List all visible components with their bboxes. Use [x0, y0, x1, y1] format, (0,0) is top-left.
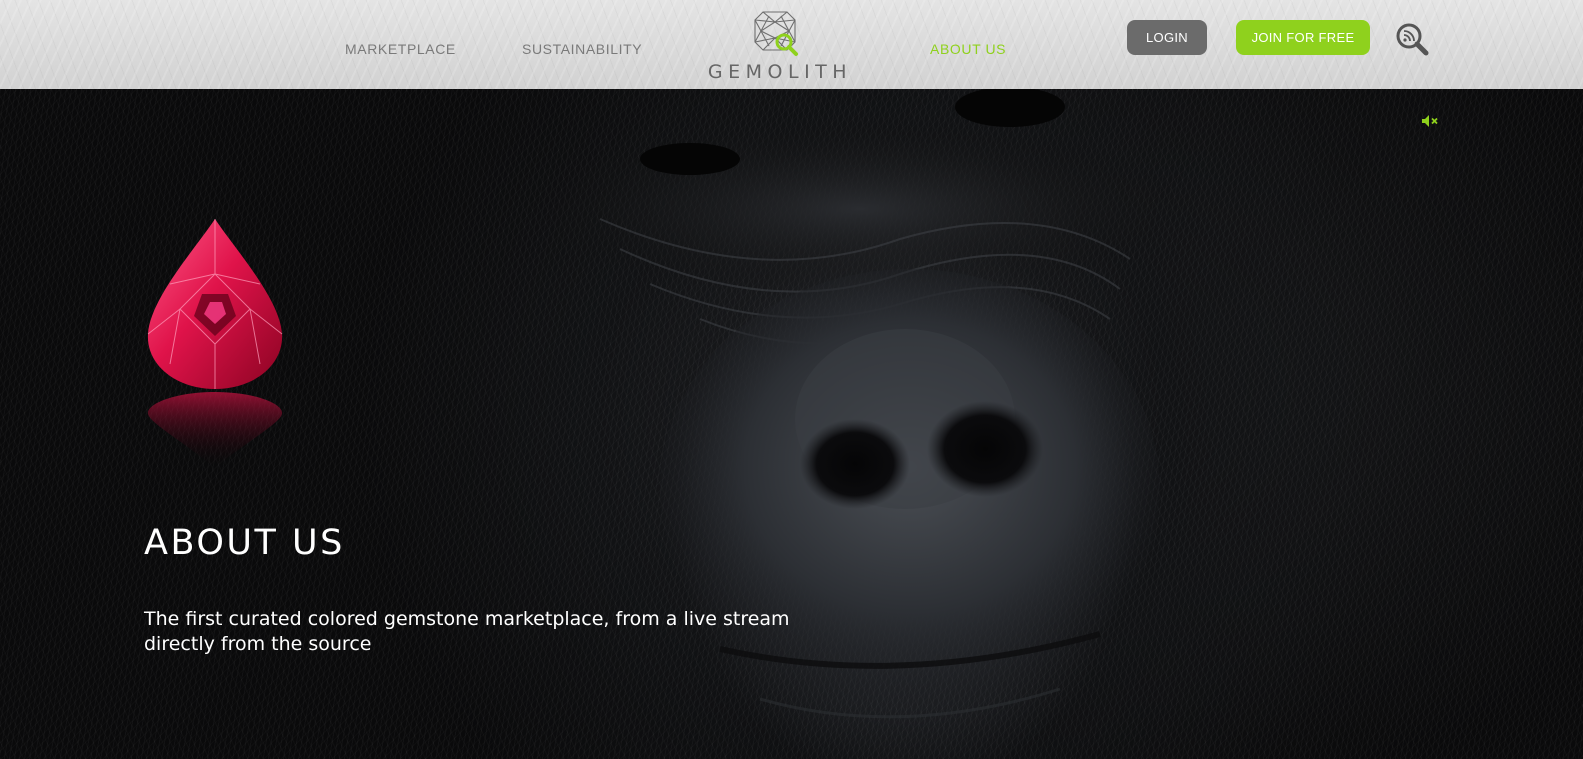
search-icon: [1396, 23, 1429, 56]
hero-section: ABOUT US The first curated colored gemst…: [0, 89, 1583, 759]
search-button[interactable]: [1395, 22, 1429, 56]
ruby-gemstone-image: [147, 219, 283, 469]
nav-sustainability[interactable]: SUSTAINABILITY: [522, 41, 642, 57]
logo-wordmark: GEMOLITH: [707, 61, 853, 83]
nav-marketplace[interactable]: MARKETPLACE: [345, 41, 456, 57]
hero-subtitle: The first curated colored gemstone marke…: [144, 608, 790, 655]
hero-title: ABOUT US: [144, 523, 345, 563]
site-header: MARKETPLACE SUSTAINABILITY GEMOLITH ABOU…: [0, 0, 1583, 89]
gemolith-logo[interactable]: GEMOLITH: [697, 8, 863, 83]
speaker-muted-icon[interactable]: [1421, 114, 1439, 128]
join-for-free-button[interactable]: JOIN FOR FREE: [1236, 20, 1370, 55]
gem-magnifier-logo-icon: [754, 11, 798, 56]
nav-about-us[interactable]: ABOUT US: [930, 41, 1006, 57]
login-button[interactable]: LOGIN: [1127, 20, 1207, 55]
